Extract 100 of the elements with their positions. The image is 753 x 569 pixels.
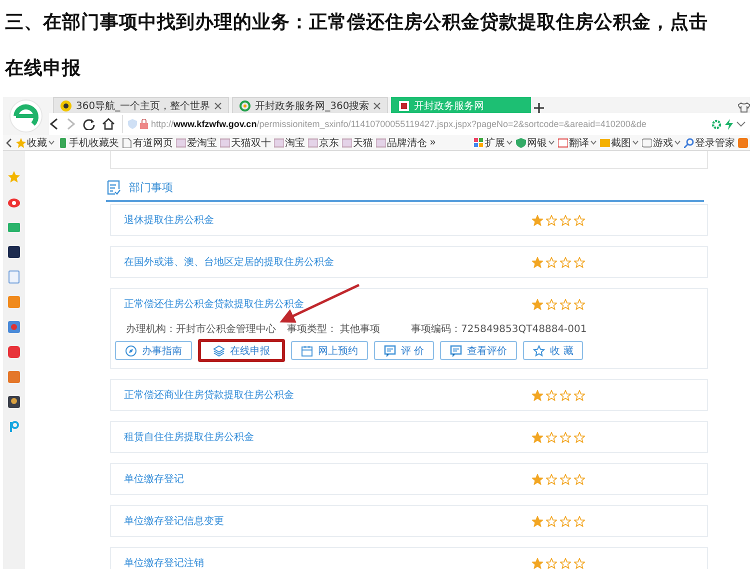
star-icon bbox=[532, 214, 543, 226]
action-button[interactable]: 查看评价 bbox=[440, 341, 518, 360]
star-icon bbox=[546, 298, 557, 310]
tool-icon bbox=[600, 138, 610, 148]
item-link[interactable]: 正常偿还住房公积金贷款提取住房公积金 bbox=[124, 297, 532, 311]
star-icon bbox=[546, 214, 557, 226]
star-icon bbox=[560, 558, 571, 568]
star-icon bbox=[560, 432, 571, 442]
star-icon bbox=[533, 344, 546, 356]
star-icon bbox=[532, 390, 543, 400]
app-icon[interactable] bbox=[7, 245, 21, 259]
envelope-icon[interactable] bbox=[7, 220, 21, 234]
caret-icon[interactable] bbox=[736, 121, 746, 127]
lightning-icon[interactable] bbox=[725, 118, 733, 130]
app-icon[interactable] bbox=[7, 395, 21, 409]
site-icon bbox=[398, 100, 410, 112]
plus-icon[interactable] bbox=[534, 103, 544, 113]
star-icon bbox=[532, 474, 543, 484]
action-button[interactable]: 网上预约 bbox=[291, 341, 368, 360]
tool-icon bbox=[474, 138, 484, 148]
star-icon bbox=[560, 516, 571, 526]
bookmark-icon bbox=[58, 138, 68, 148]
bookmark-item[interactable]: 天猫双十 bbox=[220, 136, 271, 150]
toolbar-item[interactable]: 游戏 bbox=[642, 136, 681, 150]
calendar-icon bbox=[301, 344, 313, 356]
caret-icon[interactable] bbox=[48, 140, 55, 145]
item-link[interactable]: 租赁自住住房提取住房公积金 bbox=[124, 430, 532, 444]
star-icon bbox=[560, 298, 571, 310]
item-link[interactable]: 单位缴存登记注销 bbox=[124, 556, 532, 569]
bookmark-item[interactable]: 京东 bbox=[308, 136, 339, 150]
star-icon[interactable] bbox=[7, 170, 21, 184]
item-link[interactable]: 正常偿还商业住房贷款提取住房公积金 bbox=[124, 388, 532, 402]
site-icon bbox=[60, 100, 72, 112]
toolbar-item[interactable]: 登录管家 bbox=[684, 136, 735, 150]
collapse-icon[interactable] bbox=[5, 138, 13, 148]
action-button[interactable]: 收 藏 bbox=[523, 341, 584, 360]
bookmark-icon bbox=[342, 138, 352, 148]
action-button[interactable]: 评 价 bbox=[374, 341, 434, 360]
bookmark-item[interactable]: 爱淘宝 bbox=[176, 136, 217, 150]
item-link[interactable]: 单位缴存登记信息变更 bbox=[124, 514, 532, 528]
compass-icon bbox=[125, 344, 137, 356]
bookmark-item[interactable]: 有道网页 bbox=[122, 136, 173, 150]
tool-icon bbox=[684, 138, 694, 148]
back-icon[interactable] bbox=[49, 118, 59, 130]
bookmark-item[interactable]: 收藏 bbox=[16, 136, 55, 150]
caret-icon[interactable] bbox=[674, 140, 681, 145]
bookmark-item[interactable]: 淘宝 bbox=[274, 136, 305, 150]
home-icon[interactable] bbox=[102, 118, 115, 130]
browser-tab[interactable]: 开封政务服务网_360搜索 bbox=[232, 97, 388, 113]
toolbar-item[interactable]: 截图 bbox=[600, 136, 639, 150]
bookmark-item[interactable]: 手机收藏夹 bbox=[58, 136, 119, 150]
star-icon bbox=[560, 390, 571, 400]
star-icon bbox=[532, 432, 543, 442]
caret-icon[interactable] bbox=[506, 140, 513, 145]
action-button[interactable]: 办事指南 bbox=[115, 341, 192, 360]
star-icon bbox=[532, 298, 543, 310]
shirt-icon[interactable] bbox=[738, 102, 750, 113]
star-icon bbox=[560, 474, 571, 484]
document-icon[interactable] bbox=[7, 270, 21, 284]
toolbar-item[interactable]: 翻译 bbox=[558, 136, 597, 150]
close-icon[interactable] bbox=[373, 102, 382, 110]
star-icon bbox=[532, 256, 543, 268]
star-icon bbox=[574, 558, 585, 568]
bookmark-icon bbox=[176, 138, 186, 148]
star-icon bbox=[574, 516, 585, 526]
browser-tab[interactable]: 360导航_一个主页，整个世界 bbox=[53, 97, 230, 113]
bookmark-icon bbox=[376, 138, 386, 148]
bookmark-item[interactable]: 天猫 bbox=[342, 136, 373, 150]
detail-text: 办理机构：开封市公积金管理中心 bbox=[126, 322, 277, 336]
bookmark-icon bbox=[16, 138, 26, 148]
star-icon bbox=[546, 516, 557, 526]
more-bookmarks-button[interactable]: » bbox=[430, 137, 436, 148]
star-icon bbox=[574, 474, 585, 484]
browser-logo-icon[interactable] bbox=[9, 99, 43, 133]
caret-icon[interactable] bbox=[548, 140, 555, 145]
action-button[interactable]: 在线申报 bbox=[198, 339, 285, 362]
toolbar-item[interactable]: 扩展 bbox=[474, 136, 513, 150]
star-icon bbox=[532, 516, 543, 526]
shield-icon bbox=[128, 119, 137, 129]
tool-icon bbox=[516, 138, 526, 148]
bookmark-icon bbox=[122, 138, 132, 148]
item-link[interactable]: 退休提取住房公积金 bbox=[124, 213, 532, 227]
lock-icon bbox=[140, 119, 148, 129]
toolbar-item[interactable]: 网银 bbox=[516, 136, 555, 150]
star-icon bbox=[546, 390, 557, 400]
star-icon bbox=[546, 432, 557, 442]
reload-icon[interactable] bbox=[83, 118, 95, 130]
caret-icon[interactable] bbox=[632, 140, 639, 145]
bookmark-icon bbox=[274, 138, 284, 148]
detail-text: 事项类型： 其他事项 bbox=[287, 322, 382, 336]
close-icon[interactable] bbox=[214, 102, 222, 110]
item-link[interactable]: 在国外或港、澳、台地区定居的提取住房公积金 bbox=[124, 255, 532, 269]
star-icon bbox=[574, 256, 585, 268]
comment-icon bbox=[384, 344, 396, 356]
gear-icon[interactable] bbox=[711, 118, 722, 130]
star-icon bbox=[574, 298, 585, 310]
item-link[interactable]: 单位缴存登记 bbox=[124, 472, 532, 486]
bookmark-item[interactable]: 品牌清仓 bbox=[376, 136, 427, 150]
step-heading: 三、在部门事项中找到办理的业务：正常偿还住房公积金贷款提取住房公积金，点击在线申报 bbox=[5, 10, 709, 81]
caret-icon[interactable] bbox=[590, 140, 597, 145]
